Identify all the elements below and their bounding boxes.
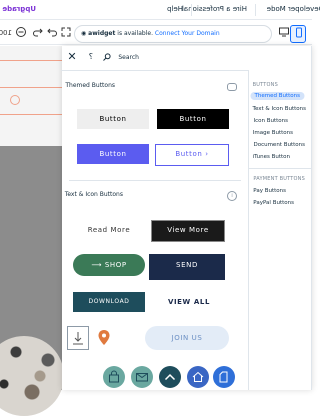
shopping-bag-icon[interactable] (103, 366, 125, 388)
url-available-text: is available. (117, 30, 153, 37)
connect-domain-link[interactable]: Connect Your Domain (155, 30, 220, 37)
undo-icon[interactable] (30, 26, 44, 40)
editor-toolbar: 100% ◉ awidget is available. Connect You… (0, 21, 312, 45)
download-icon[interactable] (67, 326, 89, 350)
search-label[interactable]: Search (118, 54, 139, 61)
themed-buttons-title: Themed Buttons (65, 82, 115, 89)
sidebar-item-document-buttons[interactable]: Document Buttons (253, 142, 305, 148)
mobile-view-button[interactable] (290, 25, 306, 43)
section-divider (69, 180, 241, 181)
themed-button-outline-label: Button (175, 150, 203, 158)
home-icon[interactable] (187, 366, 209, 388)
menu-divider (191, 4, 192, 16)
shop-label: SHOP (104, 261, 127, 269)
globe-icon: ◉ (81, 30, 87, 37)
url-domain: awidget (88, 30, 116, 37)
upgrade-link[interactable]: Upgrade (2, 5, 36, 13)
sidebar-item-text-icon-buttons[interactable]: Text & Icon Buttons (253, 106, 306, 112)
join-us-button[interactable]: JOIN US (145, 326, 229, 350)
themed-button-grey[interactable]: Button (77, 109, 149, 129)
category-sidebar: BUTTONS Themed Buttons Text & Icon Butto… (248, 70, 311, 390)
close-icon[interactable]: ✕ (65, 50, 79, 64)
themed-button-outline[interactable]: Button › (155, 144, 229, 166)
canvas-handle-icon[interactable] (10, 95, 20, 105)
help-icon[interactable]: ? (83, 50, 93, 64)
sidebar-item-paypal-buttons[interactable]: PayPal Buttons (253, 200, 294, 206)
zoom-icon[interactable] (13, 26, 27, 40)
desktop-icon[interactable] (276, 26, 290, 40)
sidebar-item-icon-buttons[interactable]: Icon Buttons (253, 118, 288, 124)
site-url-bar[interactable]: ◉ awidget is available. Connect Your Dom… (74, 25, 272, 43)
arrow-right-icon: ⟶ (91, 261, 105, 269)
download-button[interactable]: DOWNLOAD (73, 292, 145, 312)
themed-button-periwinkle[interactable]: Button (77, 144, 149, 164)
view-all-button[interactable]: VIEW ALL (153, 292, 225, 312)
sidebar-item-itunes-button[interactable]: iTunes Button (253, 154, 290, 160)
help-menu[interactable]: Help (167, 5, 183, 13)
shop-button[interactable]: ⟶ SHOP (73, 254, 145, 276)
sidebar-item-pay-buttons[interactable]: Pay Buttons (253, 188, 286, 194)
menu-divider (255, 4, 256, 16)
send-button[interactable]: SEND (149, 254, 225, 280)
text-icon-buttons-title: Text & Icon Buttons (65, 191, 124, 198)
panel-header: ✕ ? Search (61, 46, 311, 71)
button-gallery: Themed Buttons Button Button Button › Bu… (61, 70, 249, 390)
chevron-up-icon[interactable] (159, 366, 181, 388)
view-more-button[interactable]: View More (151, 220, 225, 242)
zoom-level[interactable]: 100% (0, 26, 12, 40)
redo-icon[interactable] (44, 26, 58, 40)
document-icon[interactable] (213, 366, 235, 388)
themed-button-black[interactable]: Button (157, 109, 229, 129)
add-buttons-panel: ✕ ? Search BUTTONS Themed Buttons Text &… (61, 46, 312, 390)
mail-icon[interactable] (131, 366, 153, 388)
toggle-icon[interactable] (227, 83, 237, 91)
info-icon[interactable]: i (227, 191, 237, 201)
location-pin-icon[interactable] (93, 326, 115, 350)
read-more-button[interactable]: Read More (73, 220, 145, 240)
sidebar-divider (249, 168, 311, 169)
sidebar-item-image-buttons[interactable]: Image Buttons (253, 130, 293, 136)
search-icon[interactable] (103, 53, 111, 61)
payment-category-heading: PAYMENT BUTTONS (253, 176, 305, 182)
buttons-category-heading: BUTTONS (253, 82, 279, 88)
sidebar-item-themed-buttons[interactable]: Themed Buttons (251, 92, 305, 100)
expand-icon[interactable] (58, 26, 72, 40)
top-menu-bar: Upgrade Help Hire a Professional Develop… (0, 0, 320, 20)
developer-mode-menu[interactable]: Developer Mode (267, 5, 320, 13)
